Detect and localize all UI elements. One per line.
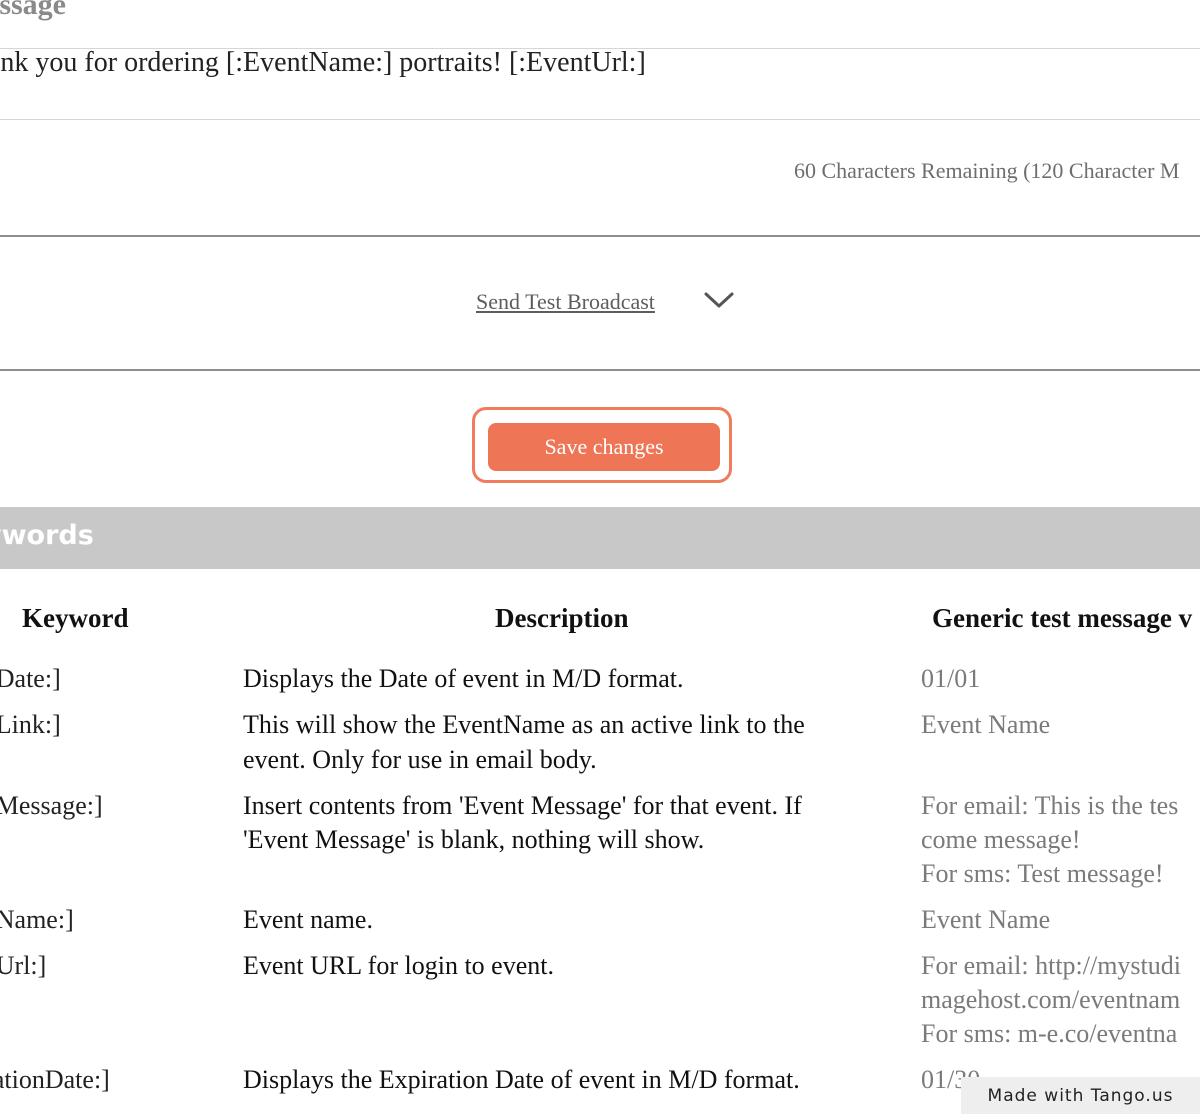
table-cell-generic: Event Name xyxy=(921,710,1051,739)
divider xyxy=(0,119,1200,120)
table-cell-generic: magehost.com/eventnam xyxy=(921,985,1181,1014)
column-header-description: Description xyxy=(495,603,629,633)
send-test-broadcast-link[interactable]: Send Test Broadcast xyxy=(476,289,655,315)
table-cell-generic: come message! xyxy=(921,825,1081,854)
table-cell-description: Displays the Date of event in M/D format… xyxy=(243,664,684,693)
keywords-section-title: ywords xyxy=(0,520,94,551)
table-cell-description: event. Only for use in email body. xyxy=(243,745,597,774)
table-cell-description: 'Event Message' is blank, nothing will s… xyxy=(243,825,705,854)
character-counter: 60 Characters Remaining (120 Character M xyxy=(794,158,1180,183)
save-changes-button[interactable]: Save changes xyxy=(488,423,720,471)
message-section-title: essage xyxy=(0,0,66,21)
table-cell-keyword: entUrl:] xyxy=(0,951,47,980)
table-cell-keyword: pirationDate:] xyxy=(0,1065,110,1094)
section-divider xyxy=(0,369,1200,371)
table-cell-description: Insert contents from 'Event Message' for… xyxy=(243,791,802,820)
table-cell-generic: For sms: m-e.co/eventna xyxy=(921,1019,1178,1048)
message-textarea[interactable]: hank you for ordering [:EventName:] port… xyxy=(0,47,646,79)
chevron-down-icon[interactable] xyxy=(703,288,735,312)
table-cell-generic: Event Name xyxy=(921,905,1051,934)
table-cell-generic: For email: This is the tes xyxy=(921,791,1179,820)
table-cell-description: Event URL for login to event. xyxy=(243,951,554,980)
tango-watermark: Made with Tango.us xyxy=(961,1077,1200,1114)
table-cell-keyword: entName:] xyxy=(0,905,74,934)
section-divider xyxy=(0,235,1200,237)
column-header-keyword: Keyword xyxy=(22,603,129,633)
table-cell-keyword: entDate:] xyxy=(0,664,61,693)
table-cell-generic: For email: http://mystudi xyxy=(921,951,1181,980)
table-cell-description: This will show the EventName as an activ… xyxy=(243,710,805,739)
table-cell-description: Event name. xyxy=(243,905,373,934)
table-cell-keyword: entMessage:] xyxy=(0,791,103,820)
table-cell-keyword: entLink:] xyxy=(0,710,61,739)
keywords-section-header xyxy=(0,507,1200,569)
table-cell-generic: 01/01 xyxy=(921,664,981,693)
table-cell-description: Displays the Expiration Date of event in… xyxy=(243,1065,800,1094)
table-cell-generic: For sms: Test message! xyxy=(921,859,1164,888)
column-header-generic-test-message: Generic test message v xyxy=(932,603,1193,633)
